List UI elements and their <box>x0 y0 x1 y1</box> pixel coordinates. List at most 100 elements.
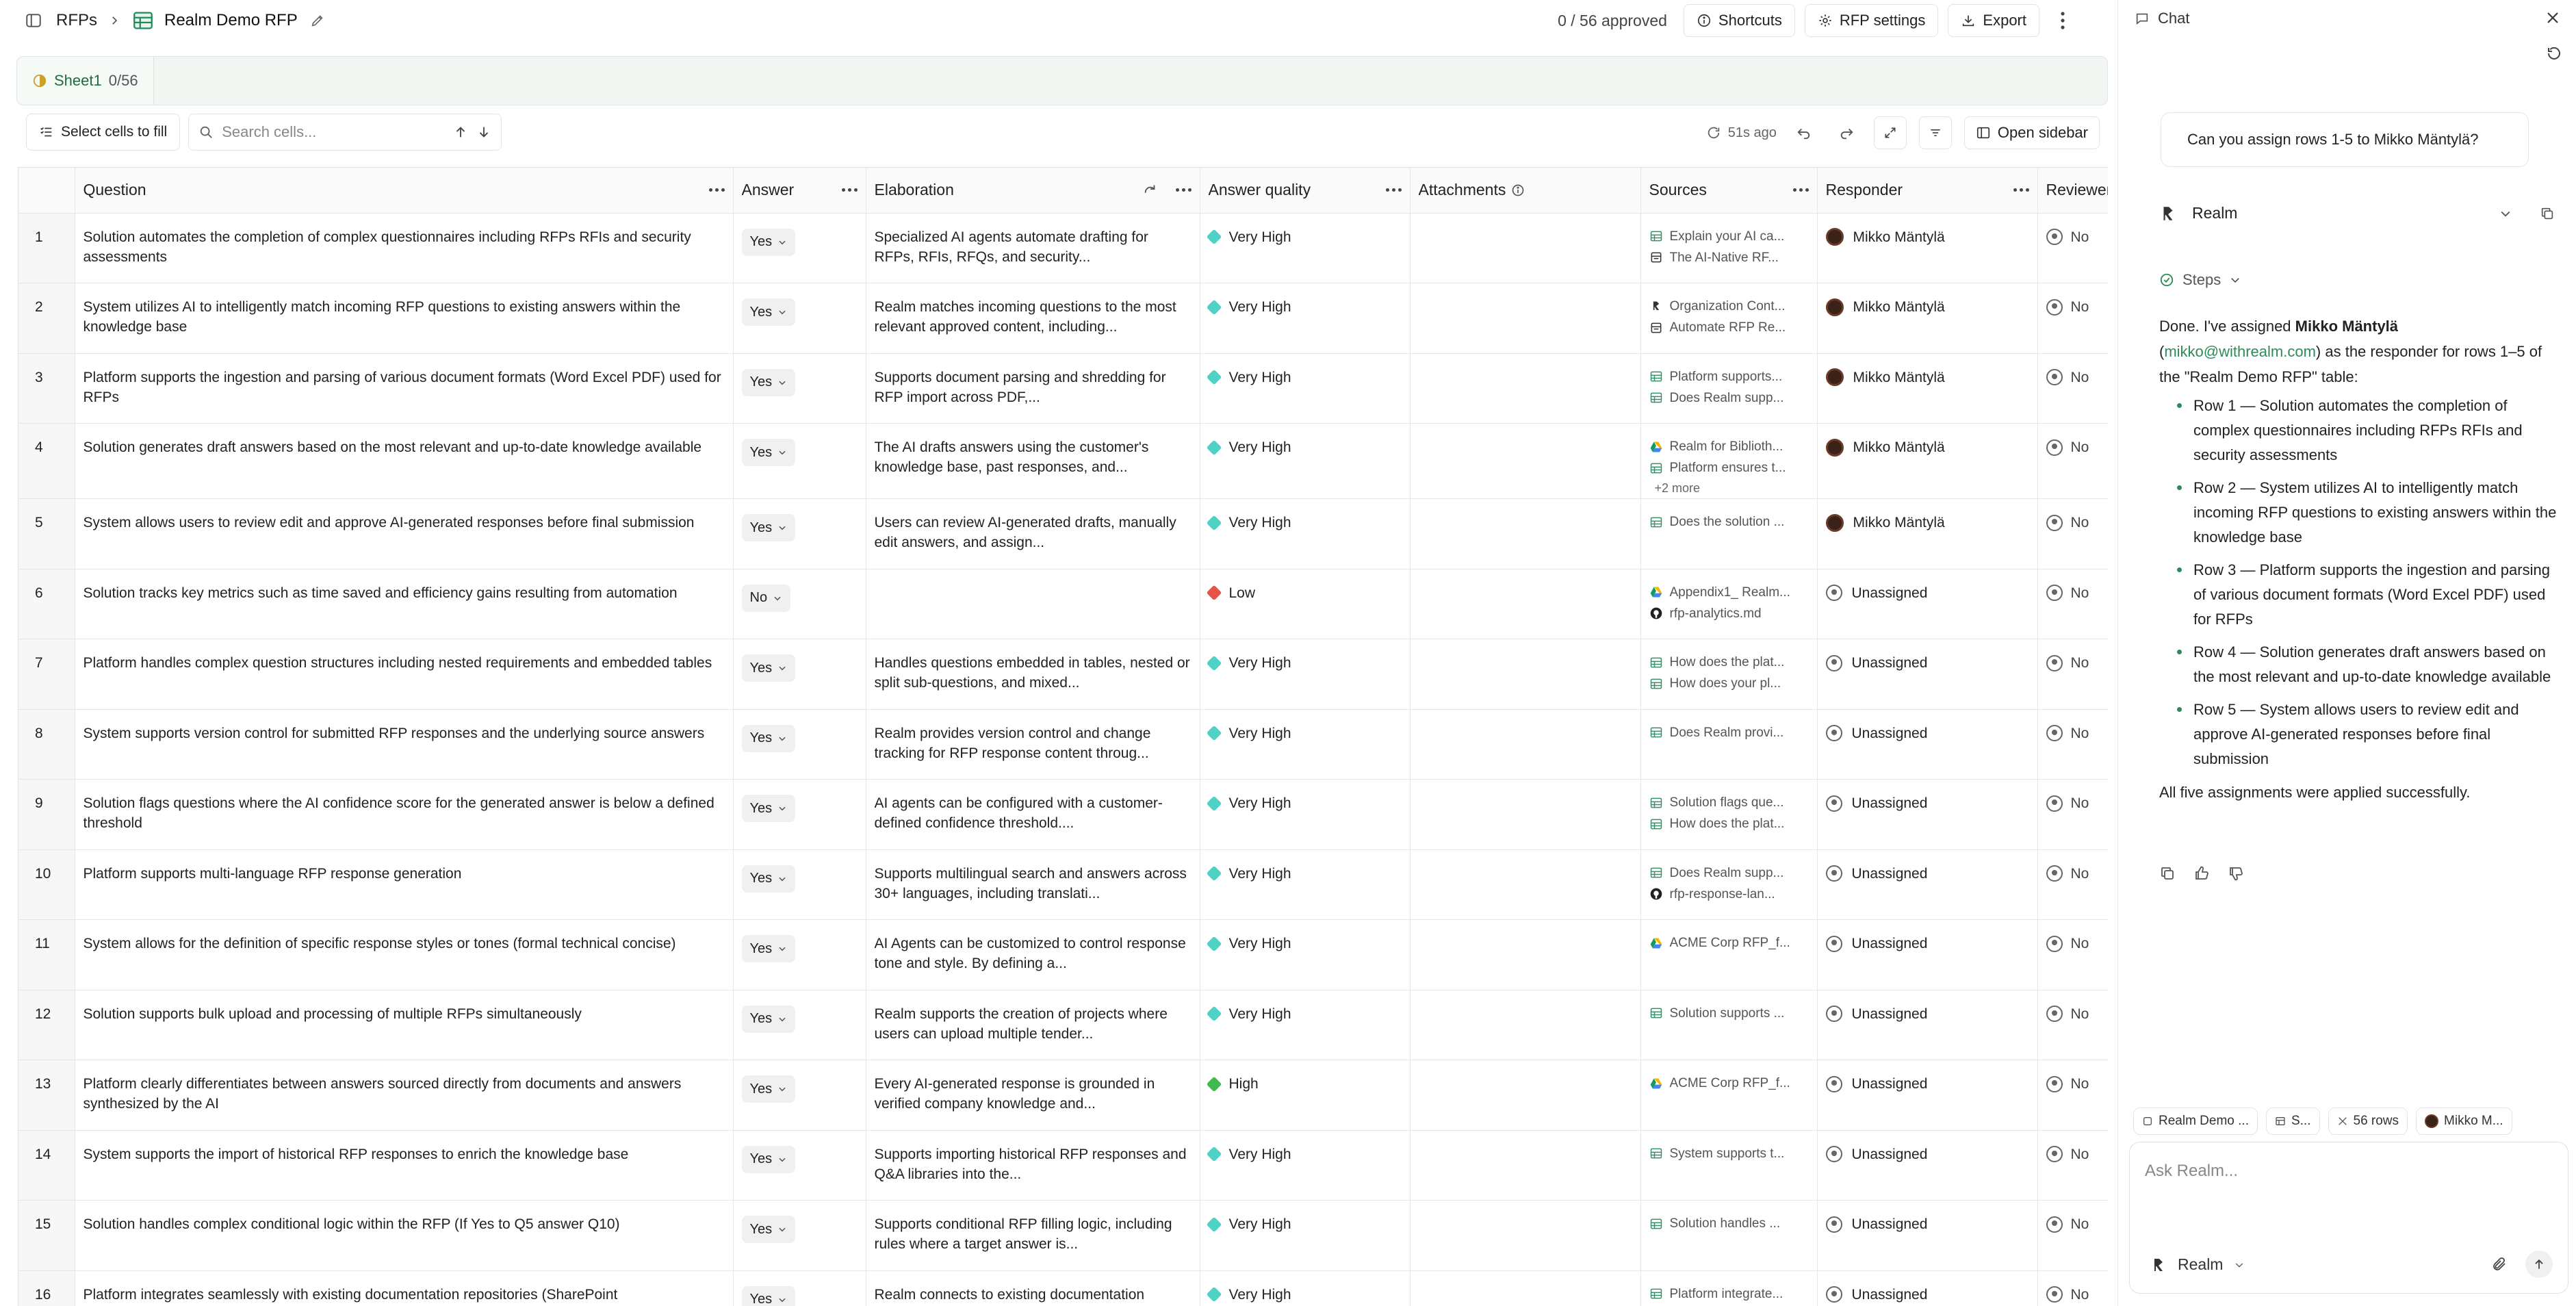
reviewer-cell[interactable]: No <box>2037 213 2108 283</box>
header-responder[interactable]: Responder <box>1817 168 2038 214</box>
shortcuts-button[interactable]: Shortcuts <box>1683 4 1795 37</box>
context-chip-project[interactable]: Realm Demo ... <box>2133 1107 2258 1135</box>
send-button[interactable] <box>2525 1251 2553 1278</box>
arrow-down-icon[interactable] <box>476 125 491 140</box>
question-cell[interactable]: System supports version control for subm… <box>75 709 734 780</box>
tab-sheet1[interactable]: Sheet1 0/56 <box>17 57 154 105</box>
reviewer-cell[interactable]: No <box>2037 1270 2108 1306</box>
question-cell[interactable]: Solution generates draft answers based o… <box>75 423 734 499</box>
reviewer-cell[interactable]: No <box>2037 569 2108 639</box>
reviewer-cell[interactable]: No <box>2037 1130 2108 1201</box>
attachments-cell[interactable] <box>1410 1200 1641 1271</box>
source-link[interactable]: Platform ensures t... <box>1649 457 1809 478</box>
source-link[interactable]: How does your pl... <box>1649 673 1809 694</box>
attachments-cell[interactable] <box>1410 639 1641 710</box>
elaboration-cell[interactable]: Realm supports the creation of projects … <box>866 990 1200 1060</box>
column-menu-icon[interactable] <box>1385 188 1402 192</box>
attachments-cell[interactable] <box>1410 919 1641 990</box>
new-chat-icon[interactable] <box>2546 45 2562 62</box>
header-attachments[interactable]: Attachments <box>1410 168 1641 214</box>
source-link[interactable]: rfp-analytics.md <box>1649 603 1809 624</box>
responder-cell[interactable]: Unassigned <box>1817 569 2038 639</box>
answer-dropdown[interactable]: Yes <box>741 368 796 396</box>
source-link[interactable]: Does Realm supp... <box>1649 862 1809 884</box>
answer-dropdown[interactable]: Yes <box>741 795 796 822</box>
email-link[interactable]: mikko@withrealm.com <box>2164 343 2316 360</box>
responder-cell[interactable]: Unassigned <box>1817 1130 2038 1201</box>
reviewer-cell[interactable]: No <box>2037 498 2108 569</box>
answer-dropdown[interactable]: Yes <box>741 1285 796 1306</box>
question-cell[interactable]: Solution automates the completion of com… <box>75 213 734 283</box>
attachments-cell[interactable] <box>1410 498 1641 569</box>
reviewer-cell[interactable]: No <box>2037 990 2108 1060</box>
answer-dropdown[interactable]: Yes <box>741 935 796 962</box>
table-row[interactable]: 7 Platform handles complex question stru… <box>18 639 2108 710</box>
attachments-cell[interactable] <box>1410 849 1641 920</box>
answer-dropdown[interactable]: Yes <box>741 439 796 466</box>
table-row[interactable]: 16 Platform integrates seamlessly with e… <box>18 1270 2108 1306</box>
responder-cell[interactable]: Unassigned <box>1817 779 2038 850</box>
answer-dropdown[interactable]: Yes <box>741 514 796 541</box>
table-row[interactable]: 1 Solution automates the completion of c… <box>18 213 2108 283</box>
thumbs-up-icon[interactable] <box>2193 865 2210 882</box>
source-link[interactable]: Solution supports ... <box>1649 1003 1809 1024</box>
table-row[interactable]: 5 System allows users to review edit and… <box>18 498 2108 569</box>
info-icon[interactable] <box>1511 183 1525 197</box>
steps-toggle[interactable]: Steps <box>2159 271 2241 289</box>
sidebar-toggle-icon[interactable] <box>25 12 42 29</box>
copy-icon[interactable] <box>2540 206 2555 221</box>
responder-cell[interactable]: Mikko Mäntylä <box>1817 213 2038 283</box>
attachments-cell[interactable] <box>1410 423 1641 499</box>
answer-dropdown[interactable]: No <box>741 584 791 612</box>
column-menu-icon[interactable] <box>841 188 858 192</box>
source-link[interactable]: How does the plat... <box>1649 652 1809 673</box>
more-options-icon[interactable] <box>2049 4 2076 37</box>
responder-cell[interactable]: Unassigned <box>1817 990 2038 1060</box>
attachments-cell[interactable] <box>1410 213 1641 283</box>
reviewer-cell[interactable]: No <box>2037 779 2108 850</box>
source-link[interactable]: Does Realm supp... <box>1649 387 1809 409</box>
search-input[interactable] <box>222 123 446 141</box>
question-cell[interactable]: Solution flags questions where the AI co… <box>75 779 734 850</box>
attachments-cell[interactable] <box>1410 990 1641 1060</box>
elaboration-cell[interactable]: Supports multilingual search and answers… <box>866 849 1200 920</box>
source-link[interactable]: rfp-response-lan... <box>1649 884 1809 905</box>
attachments-cell[interactable] <box>1410 353 1641 424</box>
thumbs-down-icon[interactable] <box>2228 865 2244 882</box>
reviewer-cell[interactable]: No <box>2037 353 2108 424</box>
header-reviewer[interactable]: Reviewer <box>2037 168 2108 214</box>
elaboration-cell[interactable]: AI agents can be configured with a custo… <box>866 779 1200 850</box>
question-cell[interactable]: Platform integrates seamlessly with exis… <box>75 1270 734 1306</box>
table-row[interactable]: 10 Platform supports multi-language RFP … <box>18 849 2108 920</box>
source-link[interactable]: Does the solution ... <box>1649 511 1809 533</box>
reviewer-cell[interactable]: No <box>2037 919 2108 990</box>
elaboration-cell[interactable]: Supports importing historical RFP respon… <box>866 1130 1200 1201</box>
responder-cell[interactable]: Unassigned <box>1817 849 2038 920</box>
table-row[interactable]: 15 Solution handles complex conditional … <box>18 1200 2108 1271</box>
answer-dropdown[interactable]: Yes <box>741 724 796 752</box>
source-link[interactable]: Realm for Biblioth... <box>1649 436 1809 457</box>
source-link[interactable]: Explain your AI ca... <box>1649 226 1809 247</box>
question-cell[interactable]: Solution tracks key metrics such as time… <box>75 569 734 639</box>
responder-cell[interactable]: Mikko Mäntylä <box>1817 283 2038 354</box>
elaboration-cell[interactable]: Realm connects to existing documentation <box>866 1270 1200 1306</box>
answer-dropdown[interactable]: Yes <box>741 298 796 326</box>
source-link[interactable]: ACME Corp RFP_f... <box>1649 1073 1809 1094</box>
table-row[interactable]: 6 Solution tracks key metrics such as ti… <box>18 569 2108 639</box>
elaboration-cell[interactable] <box>866 569 1200 639</box>
source-link[interactable]: Platform integrate... <box>1649 1283 1809 1305</box>
question-cell[interactable]: System allows users to review edit and a… <box>75 498 734 569</box>
filter-icon[interactable] <box>1918 116 1952 149</box>
elaboration-cell[interactable]: Every AI-generated response is grounded … <box>866 1060 1200 1131</box>
header-answer[interactable]: Answer <box>733 168 866 214</box>
source-link[interactable]: Organization Cont... <box>1649 296 1809 317</box>
attachments-cell[interactable] <box>1410 709 1641 780</box>
table-row[interactable]: 11 System allows for the definition of s… <box>18 919 2108 990</box>
question-cell[interactable]: System utilizes AI to intelligently matc… <box>75 283 734 354</box>
question-cell[interactable]: Platform clearly differentiates between … <box>75 1060 734 1131</box>
question-cell[interactable]: System allows for the definition of spec… <box>75 919 734 990</box>
header-question[interactable]: Question <box>75 168 734 214</box>
reviewer-cell[interactable]: No <box>2037 1060 2108 1131</box>
expand-icon[interactable] <box>1873 116 1907 149</box>
elaboration-cell[interactable]: Supports document parsing and shredding … <box>866 353 1200 424</box>
